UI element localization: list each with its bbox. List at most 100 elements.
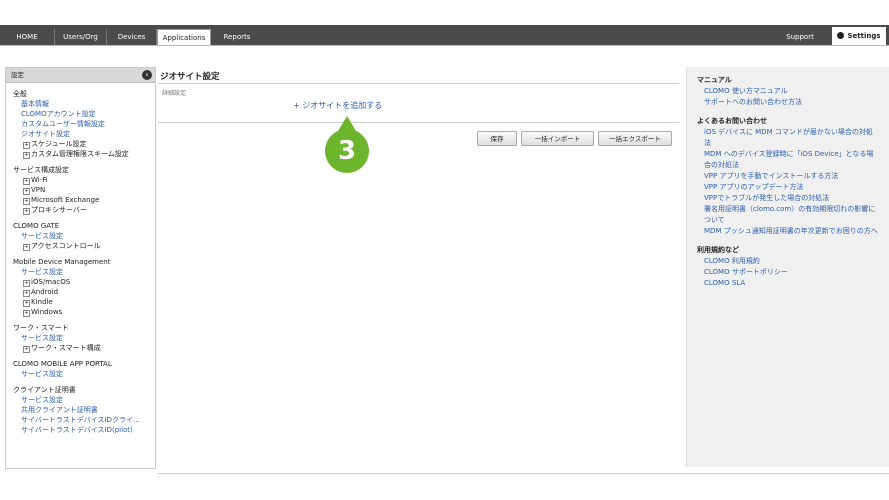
sidebar-link[interactable]: サイバートラストデバイスIDクライ... — [13, 415, 155, 425]
sidebar-item-label: アクセスコントロール — [31, 242, 101, 250]
main-content: ジオサイト設定 詳細設定 + ジオサイトを追加する 保存 一括インポート 一括エ… — [158, 67, 680, 467]
collapse-sidebar-icon[interactable]: ‹ — [142, 70, 152, 80]
help-link[interactable]: CLOMO サポートポリシー — [687, 267, 889, 278]
expand-icon[interactable]: + — [23, 280, 30, 287]
sidebar-link[interactable]: サービス設定 — [13, 369, 155, 379]
sidebar-item-label: プロキシサーバー — [31, 206, 87, 214]
sidebar-item-label: Wi-Fi — [31, 176, 48, 184]
expand-icon[interactable]: + — [23, 142, 30, 149]
help-link[interactable]: iOS デバイスに MDM コマンドが届かない場合の対処法 — [687, 127, 889, 149]
sidebar-expandable-item[interactable]: + プロキシサーバー — [13, 205, 155, 215]
sidebar-item-label: Microsoft Exchange — [31, 196, 100, 204]
sidebar-group: CLOMO MOBILE APP PORTAL サービス設定 — [6, 359, 155, 379]
sidebar-item-label: ワーク・スマート構成 — [31, 344, 101, 352]
tab-settings-label: Settings — [847, 32, 881, 40]
form-divider — [158, 122, 679, 123]
expand-icon[interactable]: + — [23, 198, 30, 205]
sidebar-link[interactable]: CLOMOアカウント設定 — [13, 109, 155, 119]
tab-home[interactable]: HOME — [0, 29, 55, 46]
tab-reports[interactable]: Reports — [211, 29, 263, 46]
sidebar-group: サービス構成設定 + Wi-Fi + VPN + Microsoft Exchange + プロ… — [6, 165, 155, 215]
manual-links: CLOMO 使い方マニュアル サポートへのお問い合わせ方法 — [687, 86, 889, 108]
help-panel: マニュアル CLOMO 使い方マニュアル サポートへのお問い合わせ方法 よくあるお… — [686, 67, 889, 467]
sidebar-group-title: 全般 — [13, 90, 27, 98]
sidebar-item-label: Windows — [31, 308, 63, 316]
help-link[interactable]: CLOMO 利用規約 — [687, 256, 889, 267]
tab-support[interactable]: Support — [770, 29, 830, 46]
expand-icon[interactable]: + — [23, 244, 30, 251]
gear-icon — [837, 32, 845, 39]
help-link[interactable]: VPP アプリのアップデート方法 — [687, 182, 889, 193]
sidebar-link[interactable]: サービス設定 — [13, 395, 155, 405]
terms-links: CLOMO 利用規約 CLOMO サポートポリシー CLOMO SLA — [687, 256, 889, 289]
sidebar-expandable-item[interactable]: + Wi-Fi — [13, 175, 155, 185]
tab-settings[interactable]: Settings — [832, 27, 886, 46]
expand-icon[interactable]: + — [23, 188, 30, 195]
sidebar-expandable-item[interactable]: + VPN — [13, 185, 155, 195]
sidebar-group: CLOMO GATE サービス設定 + アクセスコントロール — [6, 221, 155, 251]
help-link[interactable]: 署名用証明書（clomo.com）の有効期限切れの影響について — [687, 204, 889, 226]
sidebar-group-title: サービス構成設定 — [13, 166, 69, 174]
sidebar-expandable-item[interactable]: + iOS/macOS — [13, 277, 155, 287]
expand-icon[interactable]: + — [23, 178, 30, 185]
sidebar-expandable-item[interactable]: + Kindle — [13, 297, 155, 307]
expand-icon[interactable]: + — [23, 300, 30, 307]
expand-icon[interactable]: + — [23, 152, 30, 159]
sidebar-expandable-item[interactable]: + Microsoft Exchange — [13, 195, 155, 205]
title-divider — [158, 83, 679, 84]
help-link[interactable]: CLOMO SLA — [687, 278, 889, 289]
sidebar-header-label: 設定 — [11, 71, 24, 79]
sidebar-expandable-item[interactable]: + カスタム管理権限スキーム設定 — [13, 149, 155, 159]
sidebar-group-title: クライアント証明書 — [13, 386, 76, 394]
sidebar-group-title: CLOMO GATE — [13, 222, 60, 230]
sidebar-link[interactable]: 基本情報 — [13, 99, 155, 109]
sidebar-item-label: カスタム管理権限スキーム設定 — [31, 150, 129, 158]
sidebar-expandable-item[interactable]: + アクセスコントロール — [13, 241, 155, 251]
sidebar-link[interactable]: サービス設定 — [13, 231, 155, 241]
faq-links: iOS デバイスに MDM コマンドが届かない場合の対処法 MDM へのデバイス登… — [687, 127, 889, 237]
help-link[interactable]: CLOMO 使い方マニュアル — [687, 86, 889, 97]
help-link[interactable]: MDM プッシュ通知用証明書の年次更新でお困りの方へ — [687, 226, 889, 237]
settings-sidebar: 設定 ‹ 全般 基本情報 CLOMOアカウント設定 カスタムユーザー情報設定 ジオサイト… — [5, 67, 156, 469]
sidebar-item-label: Android — [31, 288, 59, 296]
sidebar-expandable-item[interactable]: + Windows — [13, 307, 155, 317]
save-button[interactable]: 保存 — [477, 131, 517, 146]
sidebar-link[interactable]: 共用クライアント証明書 — [13, 405, 155, 415]
detail-settings-label: 詳細設定 — [162, 90, 187, 97]
expand-icon[interactable]: + — [23, 310, 30, 317]
terms-heading: 利用規約など — [697, 246, 739, 254]
sidebar-item-label: VPN — [31, 186, 46, 194]
sidebar-group: 全般 基本情報 CLOMOアカウント設定 カスタムユーザー情報設定 ジオサイト設定 + スケ… — [6, 89, 155, 159]
footer-divider — [158, 473, 889, 474]
help-link[interactable]: サポートへのお問い合わせ方法 — [687, 97, 889, 108]
tab-users-org[interactable]: Users/Org — [55, 29, 107, 46]
add-geosite-link[interactable]: + ジオサイトを追加する — [293, 100, 382, 111]
help-link[interactable]: VPP アプリを手動でインストールする方法 — [687, 171, 889, 182]
expand-icon[interactable]: + — [23, 208, 30, 215]
sidebar-expandable-item[interactable]: + スケジュール設定 — [13, 139, 155, 149]
tab-applications[interactable]: Applications — [157, 29, 211, 46]
top-navigation-bar: HOME Users/Org Devices Applications Repo… — [0, 25, 889, 46]
sidebar-group-title: ワーク・スマート — [13, 324, 69, 332]
sidebar-header: 設定 ‹ — [6, 68, 155, 83]
sidebar-link[interactable]: サイバートラストデバイスID(pilot) — [13, 425, 155, 435]
sidebar-expandable-item[interactable]: + Android — [13, 287, 155, 297]
sidebar-link[interactable]: サービス設定 — [13, 333, 155, 343]
help-link[interactable]: VPPでトラブルが発生した場合の対処法 — [687, 193, 889, 204]
expand-icon[interactable]: + — [23, 346, 30, 353]
step-number-callout: 3 — [325, 129, 369, 173]
sidebar-item-label: Kindle — [31, 298, 53, 306]
sidebar-link[interactable]: サービス設定 — [13, 267, 155, 277]
sidebar-expandable-item[interactable]: + ワーク・スマート構成 — [13, 343, 155, 353]
bulk-export-button[interactable]: 一括エクスポート — [598, 131, 672, 146]
expand-icon[interactable]: + — [23, 290, 30, 297]
tab-devices[interactable]: Devices — [107, 29, 157, 46]
nav-divider — [0, 45, 889, 46]
sidebar-group: クライアント証明書 サービス設定 共用クライアント証明書 サイバートラストデバイスID… — [6, 385, 155, 435]
sidebar-group-title: Mobile Device Management — [13, 258, 111, 266]
help-link[interactable]: MDM へのデバイス登録時に「iOS Device」となる場合の対処法 — [687, 149, 889, 171]
sidebar-item-label: スケジュール設定 — [31, 140, 87, 148]
sidebar-link[interactable]: ジオサイト設定 — [13, 129, 155, 139]
sidebar-link[interactable]: カスタムユーザー情報設定 — [13, 119, 155, 129]
bulk-import-button[interactable]: 一括インポート — [521, 131, 594, 146]
